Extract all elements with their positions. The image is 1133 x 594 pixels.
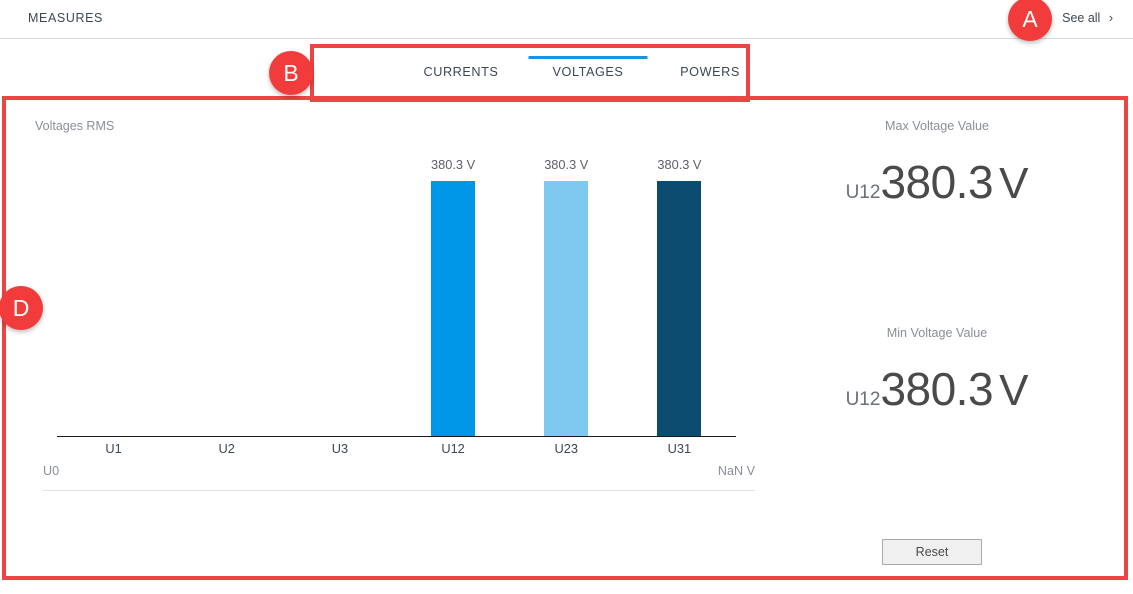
max-voltage-value: U12380.3 V [762, 155, 1112, 209]
measures-screen: MEASURES See all › CURRENTS VOLTAGES POW… [0, 0, 1133, 594]
page-title: MEASURES [28, 11, 103, 25]
max-voltage-number: 380.3 [880, 156, 994, 208]
axis-footer-right-label: NaN V [717, 464, 755, 478]
chart-axis-footer: U0 NaN V [43, 464, 755, 491]
min-voltage-value: U12380.3 V [762, 362, 1112, 416]
bar-fill [544, 181, 589, 436]
max-voltage-phase: U12 [845, 182, 881, 203]
max-voltage-unit: V [999, 159, 1029, 208]
reset-button[interactable]: Reset [882, 539, 982, 565]
measure-tabs: CURRENTS VOLTAGES POWERS [313, 46, 747, 100]
chart-title: Voltages RMS [35, 119, 115, 133]
chevron-right-icon: › [1108, 11, 1113, 25]
annotation-marker-b: B [269, 51, 313, 95]
bar-value-label-u23: 380.3 V [544, 157, 589, 172]
bar-u12[interactable]: 380.3 V [431, 157, 476, 436]
min-voltage-phase: U12 [845, 389, 881, 410]
tab-powers[interactable]: POWERS [647, 46, 773, 100]
see-all-link[interactable]: See all › [1062, 11, 1113, 25]
bar-value-label-u12: 380.3 V [431, 157, 476, 172]
page-header: MEASURES See all › [0, 0, 1133, 39]
x-tick-u31: U31 [667, 441, 692, 456]
x-tick-u23: U23 [554, 441, 578, 456]
x-tick-u3: U3 [331, 441, 349, 456]
bar-fill [431, 181, 476, 436]
tab-voltages[interactable]: VOLTAGES [515, 46, 661, 100]
min-voltage-label: Min Voltage Value [886, 326, 988, 340]
x-tick-u1: U1 [105, 441, 122, 456]
bar-value-label-u31: 380.3 V [657, 157, 702, 172]
x-tick-u2: U2 [218, 441, 235, 456]
tab-currents-label: CURRENTS [423, 65, 499, 79]
see-all-label: See all [1062, 11, 1101, 25]
bar-fill [657, 181, 702, 436]
active-tab-indicator [528, 56, 648, 59]
axis-footer-left-label: U0 [43, 464, 60, 478]
min-voltage-number: 380.3 [880, 363, 994, 415]
tab-voltages-label: VOLTAGES [552, 65, 624, 79]
measures-panel: Voltages RMS 380.3 V 380.3 V 380.3 V U1 U2 U… [5, 99, 1128, 577]
min-voltage-unit: V [999, 366, 1029, 415]
x-tick-u12: U12 [441, 441, 465, 456]
bar-u31[interactable]: 380.3 V [657, 157, 702, 436]
tab-powers-label: POWERS [680, 65, 740, 79]
tab-currents[interactable]: CURRENTS [394, 46, 528, 100]
max-voltage-label: Max Voltage Value [884, 119, 990, 133]
voltages-rms-chart: Voltages RMS 380.3 V 380.3 V 380.3 V U1 U2 U… [5, 99, 765, 499]
bar-u23[interactable]: 380.3 V [544, 157, 589, 436]
x-axis-line [57, 436, 736, 437]
